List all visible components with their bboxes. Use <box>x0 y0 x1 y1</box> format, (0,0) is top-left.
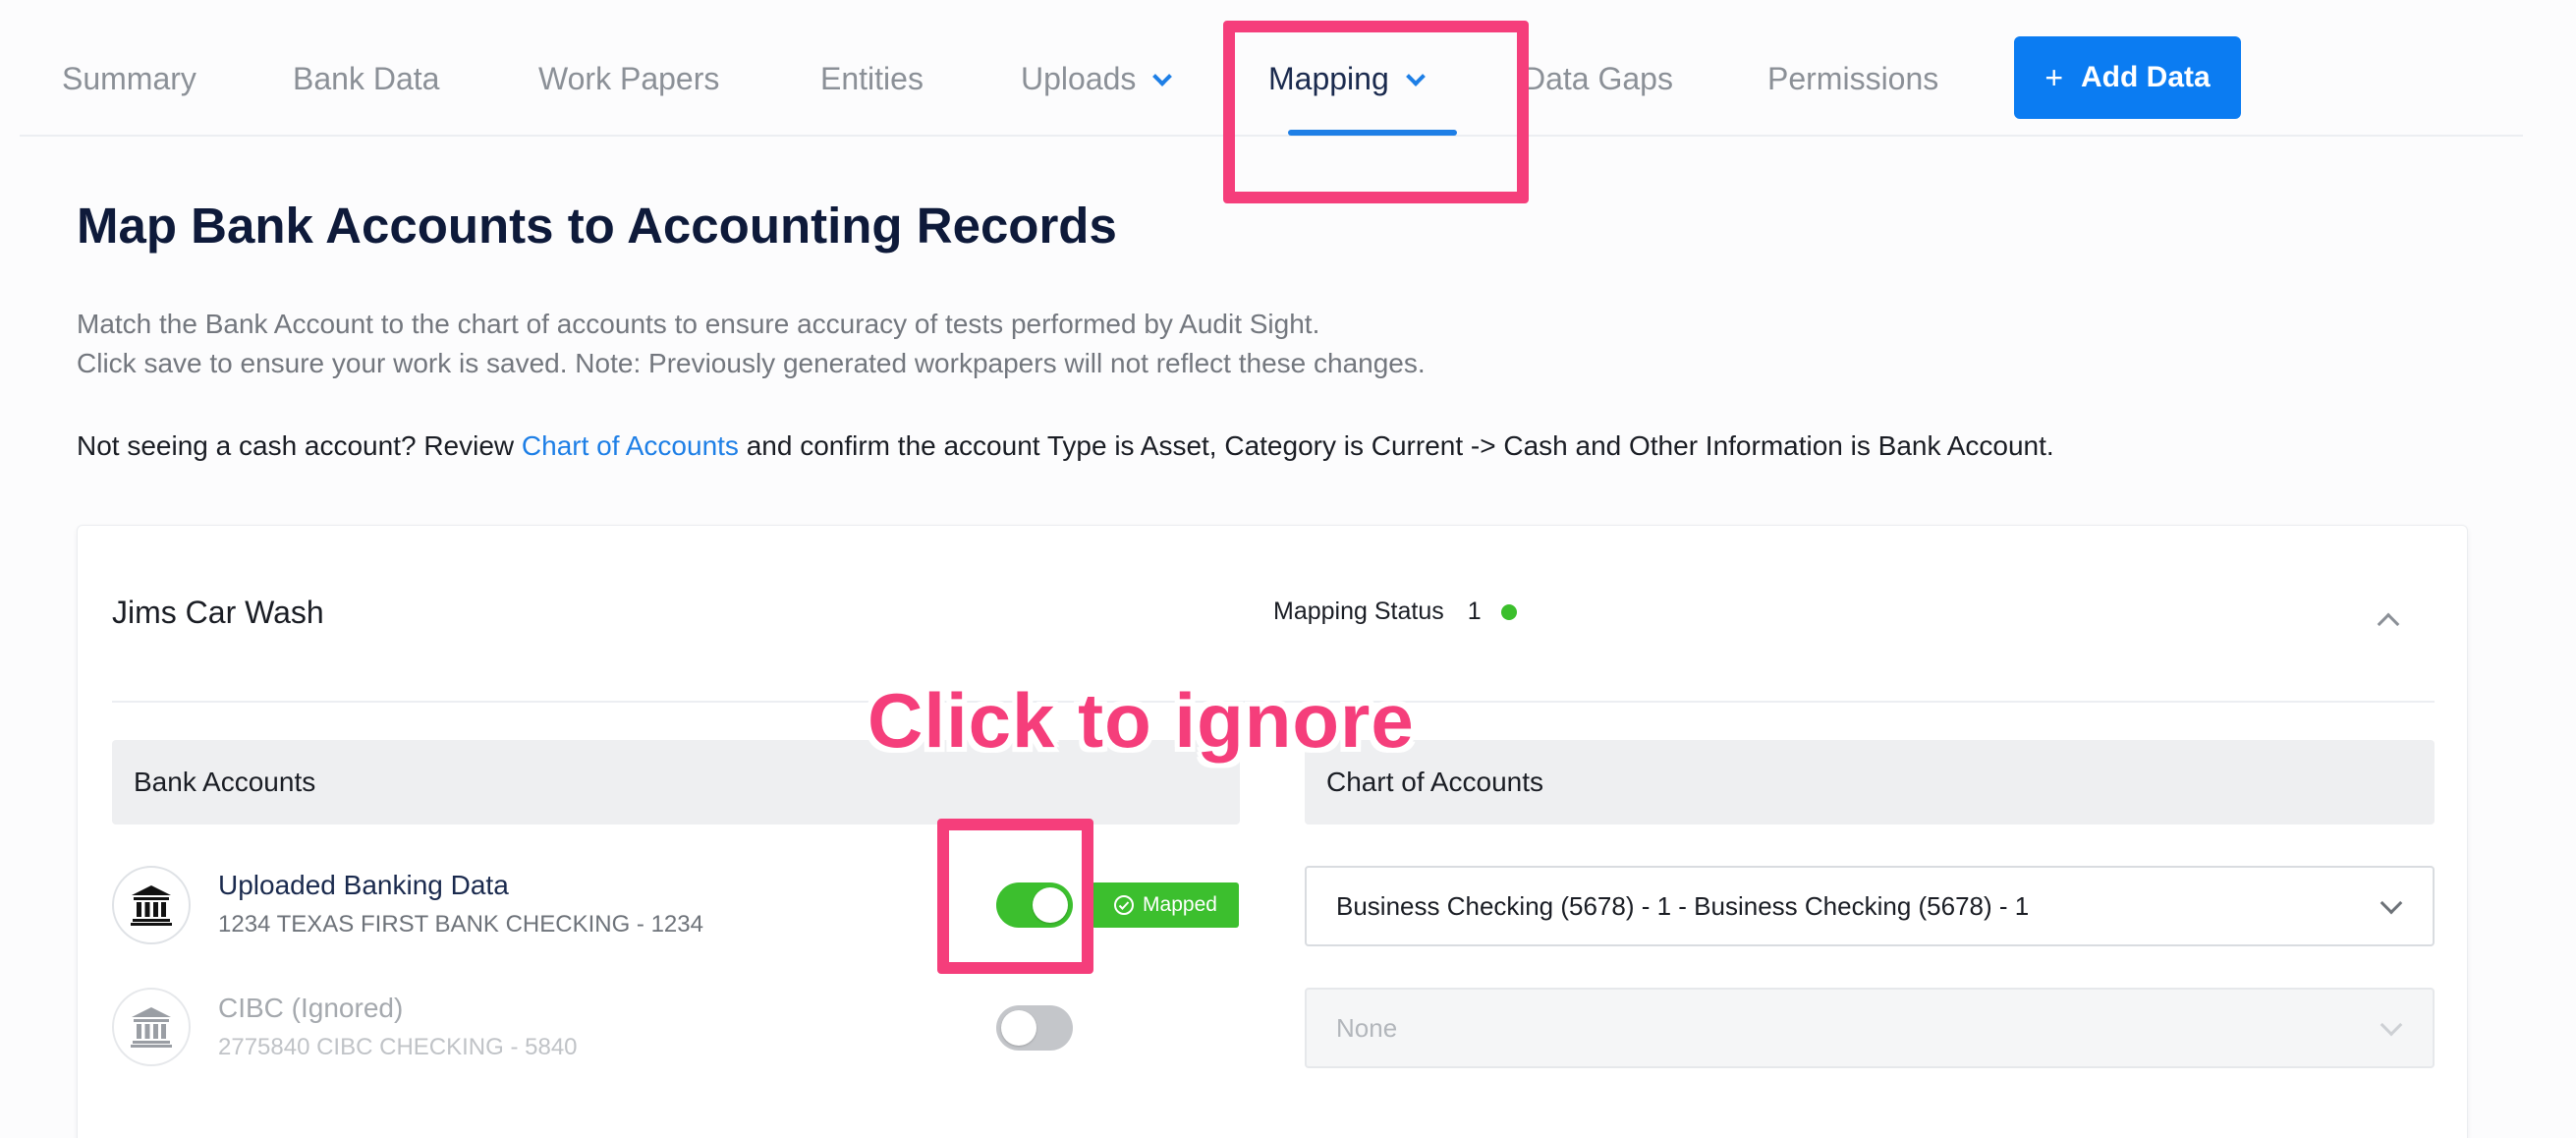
chevron-up-icon[interactable] <box>2377 612 2400 636</box>
description-line-1: Match the Bank Account to the chart of a… <box>77 309 1320 339</box>
mapping-status-count: 1 <box>1467 597 1482 625</box>
mapping-highlight-box <box>1223 21 1529 203</box>
select-value: None <box>1336 1012 1398 1043</box>
tab-permissions[interactable]: Permissions <box>1767 59 1938 98</box>
tab-data-gaps[interactable]: Data Gaps <box>1523 59 1673 98</box>
tab-entities[interactable]: Entities <box>820 59 924 98</box>
chart-of-accounts-select[interactable]: None <box>1305 988 2435 1068</box>
status-dot-icon <box>1500 603 1517 620</box>
mapped-badge: Mapped <box>1092 882 1239 928</box>
help-note-prefix: Not seeing a cash account? Review <box>77 430 522 461</box>
bank-accounts-header-label: Bank Accounts <box>134 767 316 797</box>
bank-account-subtitle: 2775840 CIBC CHECKING - 5840 <box>218 1034 578 1060</box>
chart-of-accounts-header: Chart of Accounts <box>1305 740 2435 825</box>
tab-summary[interactable]: Summary <box>62 59 196 98</box>
description-line-2: Click save to ensure your work is saved.… <box>77 348 1426 378</box>
page-title: Map Bank Accounts to Accounting Records <box>77 198 1117 254</box>
help-note: Not seeing a cash account? Review Chart … <box>77 428 2054 464</box>
entity-name: Jims Car Wash <box>112 595 324 630</box>
tab-uploads-label: Uploads <box>1021 61 1137 96</box>
toggle-highlight-box <box>937 819 1093 974</box>
chart-of-accounts-header-label: Chart of Accounts <box>1326 767 1544 797</box>
annotation-label: Click to ignore <box>868 677 1415 764</box>
add-data-label: Add Data <box>2081 61 2211 93</box>
mapped-badge-label: Mapped <box>1143 893 1217 916</box>
bank-icon <box>112 866 191 944</box>
tab-bank-data[interactable]: Bank Data <box>293 59 439 98</box>
help-note-suffix: and confirm the account Type is Asset, C… <box>738 430 2054 461</box>
select-value: Business Checking (5678) - 1 - Business … <box>1336 890 2030 921</box>
plus-icon: + <box>2044 59 2063 95</box>
tab-uploads[interactable]: Uploads <box>1021 59 1173 98</box>
ignore-toggle[interactable] <box>996 1005 1073 1051</box>
add-data-button[interactable]: + Add Data <box>2014 36 2241 119</box>
chevron-down-icon <box>1152 67 1173 86</box>
tab-work-papers[interactable]: Work Papers <box>538 59 719 98</box>
mapping-status: Mapping Status 1 <box>1273 597 1517 626</box>
check-circle-icon <box>1114 895 1135 915</box>
entity-mapping-card: Jims Car Wash Mapping Status 1 Bank Acco… <box>77 525 2468 1138</box>
chart-of-accounts-select[interactable]: Business Checking (5678) - 1 - Business … <box>1305 866 2435 946</box>
bank-account-title: CIBC (Ignored) <box>218 993 404 1023</box>
bank-account-title: Uploaded Banking Data <box>218 870 509 900</box>
bank-icon <box>112 988 191 1066</box>
mapping-status-label: Mapping Status <box>1273 597 1444 625</box>
bank-account-subtitle: 1234 TEXAS FIRST BANK CHECKING - 1234 <box>218 911 703 938</box>
toggle-knob <box>1001 1010 1036 1046</box>
chevron-down-icon <box>2380 1013 2403 1037</box>
chevron-down-icon <box>2380 891 2403 915</box>
chart-of-accounts-link[interactable]: Chart of Accounts <box>522 430 739 461</box>
